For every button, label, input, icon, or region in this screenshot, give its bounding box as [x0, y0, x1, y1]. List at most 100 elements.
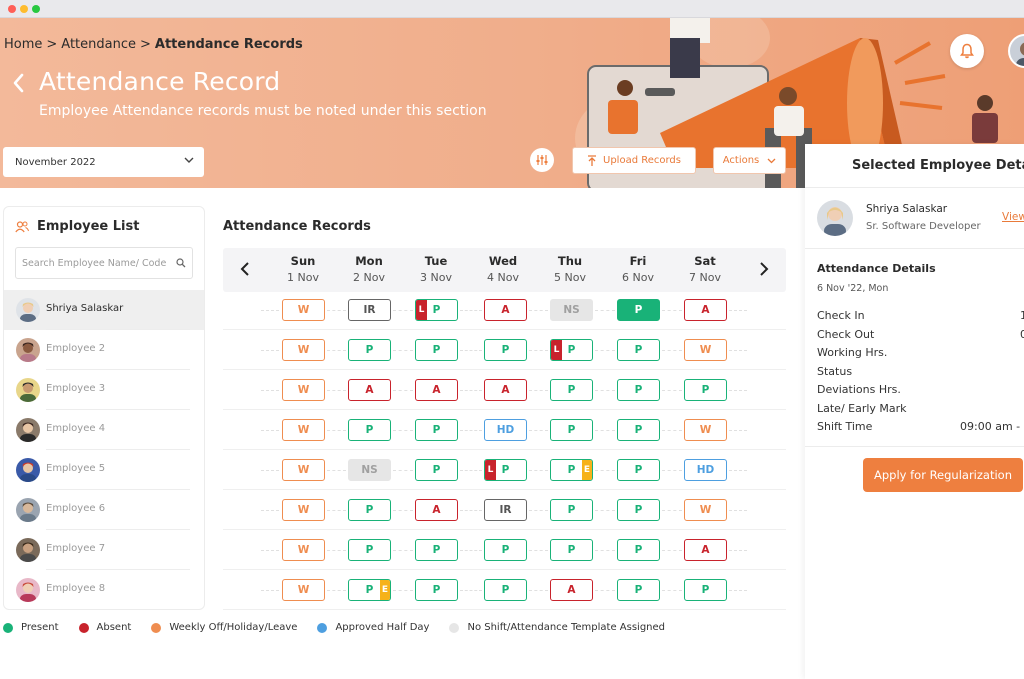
employee-list-item[interactable]: Employee 2 [4, 330, 204, 370]
attendance-cell[interactable]: A [348, 379, 391, 401]
divider [595, 470, 615, 471]
attendance-cell[interactable]: W [282, 379, 325, 401]
attendance-cell[interactable]: P [617, 459, 660, 481]
prev-week-arrow-icon[interactable] [237, 260, 253, 278]
attendance-cell[interactable]: W [282, 539, 325, 561]
employee-list-item[interactable]: Employee 5 [4, 450, 204, 490]
attendance-cell[interactable]: W [282, 299, 325, 321]
attendance-cell[interactable]: P [484, 539, 527, 561]
attendance-cell[interactable]: P [684, 579, 727, 601]
status-code: P [567, 504, 576, 516]
divider [805, 187, 1024, 188]
month-select[interactable]: November 2022 [3, 147, 204, 177]
legend-dot [317, 622, 328, 633]
maximize-window-button[interactable] [32, 5, 40, 13]
attendance-cell[interactable]: A [415, 499, 458, 521]
attendance-cell[interactable]: P [617, 499, 660, 521]
employee-list-item[interactable]: Employee 7 [4, 530, 204, 570]
attendance-cell[interactable]: P [484, 339, 527, 361]
attendance-cell[interactable]: HD [484, 419, 527, 441]
attendance-cell[interactable]: W [282, 459, 325, 481]
attendance-cell[interactable]: IR [348, 299, 391, 321]
attendance-cell[interactable]: LP [550, 339, 593, 361]
employee-list-header: Employee List [15, 219, 139, 234]
next-week-arrow-icon[interactable] [756, 260, 772, 278]
attendance-cell[interactable]: P [348, 339, 391, 361]
attendance-cell[interactable]: P [550, 419, 593, 441]
attendance-cell[interactable]: P [550, 499, 593, 521]
attendance-cell[interactable]: LP [484, 459, 527, 481]
attendance-cell[interactable]: P [617, 539, 660, 561]
view-profile-link[interactable]: View [1002, 211, 1024, 223]
actions-dropdown[interactable]: Actions [713, 147, 786, 174]
attendance-cell[interactable]: W [282, 579, 325, 601]
attendance-cell[interactable]: A [684, 299, 727, 321]
upload-records-button[interactable]: Upload Records [572, 147, 696, 174]
attendance-cell[interactable]: P [348, 499, 391, 521]
attendance-cell[interactable]: P [617, 299, 660, 321]
divider [261, 390, 279, 391]
detail-label: Working Hrs. [817, 346, 888, 359]
attendance-cell[interactable]: P [617, 339, 660, 361]
attendance-cell[interactable]: P [415, 459, 458, 481]
attendance-cell[interactable]: A [684, 539, 727, 561]
status-code: P [432, 584, 441, 596]
attendance-cell[interactable]: P [348, 419, 391, 441]
attendance-cell[interactable]: P [415, 339, 458, 361]
attendance-cell[interactable]: P [415, 419, 458, 441]
attendance-row: W P P P LP P W [223, 330, 786, 370]
close-window-button[interactable] [8, 5, 16, 13]
attendance-cell[interactable]: W [282, 419, 325, 441]
breadcrumb-home[interactable]: Home [4, 37, 42, 52]
minimize-window-button[interactable] [20, 5, 28, 13]
filter-button[interactable] [530, 148, 554, 172]
attendance-cell[interactable]: W [684, 419, 727, 441]
breadcrumb-attendance[interactable]: Attendance [61, 37, 136, 52]
attendance-cell[interactable]: P [415, 539, 458, 561]
attendance-cell[interactable]: P [415, 579, 458, 601]
attendance-cell[interactable]: W [282, 339, 325, 361]
employee-list-item[interactable]: Employee 6 [4, 490, 204, 530]
employee-list-item[interactable]: Employee 4 [4, 410, 204, 450]
day-date: 6 Nov [622, 271, 654, 284]
attendance-cell[interactable]: A [484, 299, 527, 321]
attendance-cell[interactable]: NS [550, 299, 593, 321]
attendance-cell[interactable]: P [617, 379, 660, 401]
attendance-cell[interactable]: P [484, 579, 527, 601]
attendance-cell[interactable]: IR [484, 499, 527, 521]
employee-name: Employee 7 [46, 543, 106, 554]
attendance-cell[interactable]: P [617, 579, 660, 601]
employee-list-item[interactable]: Employee 3 [4, 370, 204, 410]
attendance-detail-row: Deviations Hrs. [817, 383, 1024, 396]
attendance-cell[interactable]: P [684, 379, 727, 401]
attendance-cell[interactable]: A [550, 579, 593, 601]
status-code: P [567, 424, 576, 436]
attendance-cell[interactable]: NS [348, 459, 391, 481]
chevron-down-icon [767, 158, 776, 163]
divider [261, 430, 279, 431]
notification-bell-button[interactable] [950, 34, 984, 68]
attendance-cell[interactable]: P [348, 539, 391, 561]
attendance-cell[interactable]: W [282, 499, 325, 521]
attendance-cell[interactable]: A [415, 379, 458, 401]
attendance-cell[interactable]: W [684, 499, 727, 521]
attendance-cell[interactable]: P [550, 539, 593, 561]
apply-regularization-button[interactable]: Apply for Regularization [863, 458, 1023, 492]
attendance-detail-row: Working Hrs. [817, 346, 1024, 359]
attendance-cell[interactable]: PE [348, 579, 391, 601]
attendance-cell[interactable]: P [550, 379, 593, 401]
early-mark: E [380, 580, 390, 600]
employee-list-item[interactable]: Employee 8 [4, 570, 204, 610]
attendance-cell[interactable]: P [617, 419, 660, 441]
attendance-cell[interactable]: HD [684, 459, 727, 481]
employee-list-item[interactable]: Shriya Salaskar [4, 290, 204, 330]
back-arrow-icon[interactable] [10, 72, 28, 94]
attendance-cell[interactable]: LP [415, 299, 458, 321]
selected-employee-avatar [817, 200, 853, 236]
divider [529, 310, 548, 311]
detail-label: Status [817, 364, 853, 378]
attendance-cell[interactable]: W [684, 339, 727, 361]
attendance-cell[interactable]: PE [550, 459, 593, 481]
attendance-cell[interactable]: A [484, 379, 527, 401]
employee-search-input[interactable]: Search Employee Name/ Code [15, 247, 193, 279]
